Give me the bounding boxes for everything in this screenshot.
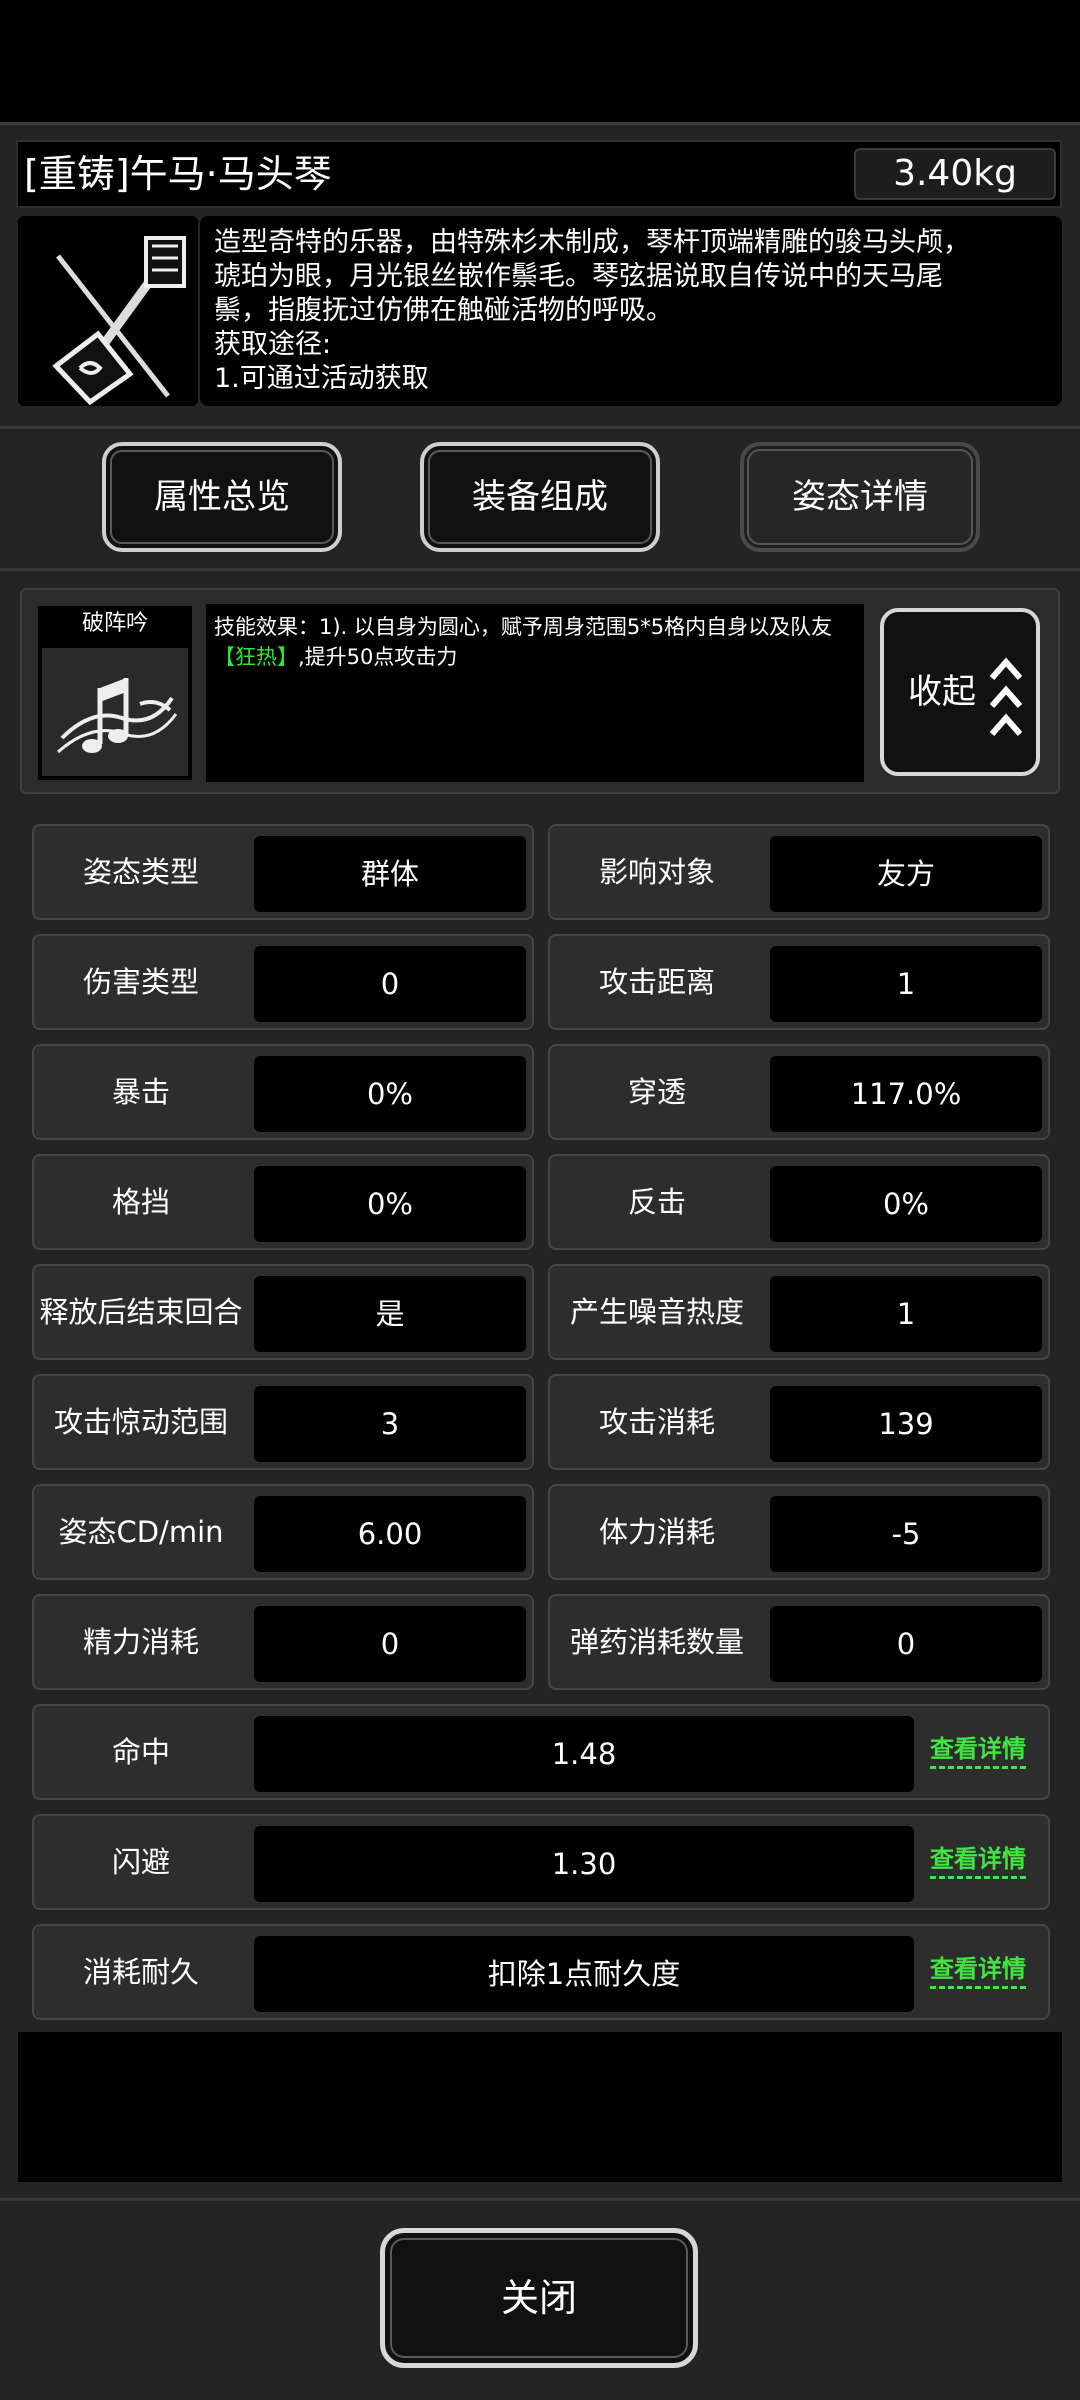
stat-value: 群体: [254, 836, 526, 912]
stat-label: 姿态CD/min: [58, 1515, 224, 1549]
stat-cell: 精力消耗 0: [32, 1594, 534, 1690]
skill-description: 技能效果：1). 以自身为圆心，赋予周身范围5*5格内自身以及队友【狂热】,提升…: [206, 604, 864, 782]
hit-stat-row: 命中 1.48 查看详情: [32, 1704, 1050, 1800]
skill-name: 破阵吟: [81, 611, 148, 636]
description-line: 获取途径:: [214, 329, 332, 360]
stat-label: 精力消耗: [82, 1625, 199, 1659]
stat-value: 6.00: [254, 1496, 526, 1572]
tab-attribute-overview[interactable]: 属性总览: [102, 442, 342, 552]
skill-desc-highlight: 【狂热】: [214, 645, 298, 669]
skill-desc-suffix: ,提升50点攻击力: [298, 645, 458, 669]
stat-label: 产生噪音热度: [569, 1295, 744, 1329]
stat-cell: 攻击距离 1: [548, 934, 1050, 1030]
description-line: 琥珀为眼，月光银丝嵌作鬃毛。琴弦据说取自传说中的天马尾: [214, 261, 943, 292]
stat-value: 是: [254, 1276, 526, 1352]
stat-label: 闪避: [111, 1845, 170, 1879]
divider: [0, 2198, 1080, 2201]
stat-value: 3: [254, 1386, 526, 1462]
stat-label: 释放后结束回合: [39, 1295, 243, 1329]
stat-value: 117.0%: [770, 1056, 1042, 1132]
view-details-link[interactable]: 查看详情: [930, 1732, 1026, 1769]
horsehead-fiddle-icon: [52, 236, 186, 406]
dodge-stat-row: 闪避 1.30 查看详情: [32, 1814, 1050, 1910]
collapse-button[interactable]: 收起: [880, 608, 1040, 776]
stat-cell: 体力消耗 -5: [548, 1484, 1050, 1580]
item-description: 造型奇特的乐器，由特殊杉木制成，琴杆顶端精雕的骏马头颅， 琥珀为眼，月光银丝嵌作…: [200, 216, 1062, 406]
collapse-label: 收起: [908, 672, 976, 712]
divider: [0, 426, 1080, 429]
tab-stance-details[interactable]: 姿态详情: [740, 442, 980, 552]
stat-label: 攻击惊动范围: [53, 1405, 228, 1439]
stat-label: 消耗耐久: [82, 1955, 199, 1989]
stat-cell: 姿态类型 群体: [32, 824, 534, 920]
stat-value: 0: [254, 1606, 526, 1682]
stat-cell: 反击 0%: [548, 1154, 1050, 1250]
stat-value: 0: [254, 946, 526, 1022]
stat-label: 体力消耗: [598, 1515, 715, 1549]
stat-label: 格挡: [111, 1185, 170, 1219]
durability-stat-row: 消耗耐久 扣除1点耐久度 查看详情: [32, 1924, 1050, 2020]
stat-label: 弹药消耗数量: [569, 1625, 744, 1659]
stat-cell: 释放后结束回合 是: [32, 1264, 534, 1360]
description-line: 1.可通过活动获取: [214, 363, 429, 394]
stat-label: 攻击距离: [598, 965, 715, 999]
stat-value: 扣除1点耐久度: [254, 1936, 914, 2012]
stat-label: 反击: [627, 1185, 686, 1219]
description-line: 造型奇特的乐器，由特殊杉木制成，琴杆顶端精雕的骏马头颅，: [214, 227, 970, 258]
tab-equipment-composition[interactable]: 装备组成: [420, 442, 660, 552]
stat-value: -5: [770, 1496, 1042, 1572]
stat-value: 友方: [770, 836, 1042, 912]
stat-cell: 格挡 0%: [32, 1154, 534, 1250]
stat-value: 0%: [254, 1166, 526, 1242]
stat-cell: 暴击 0%: [32, 1044, 534, 1140]
empty-scroll-area: [18, 2032, 1062, 2182]
stat-value: 0: [770, 1606, 1042, 1682]
stat-cell: 姿态CD/min 6.00: [32, 1484, 534, 1580]
stat-value: 0%: [770, 1166, 1042, 1242]
description-line: 鬃，指腹抚过仿佛在触碰活物的呼吸。: [214, 295, 673, 326]
item-weight: 3.40kg: [854, 148, 1056, 200]
stat-label: 穿透: [627, 1075, 686, 1109]
stat-label: 姿态类型: [82, 855, 199, 889]
item-icon-frame: [18, 216, 198, 406]
stat-value: 139: [770, 1386, 1042, 1462]
view-details-link[interactable]: 查看详情: [930, 1842, 1026, 1879]
stat-label: 影响对象: [598, 855, 715, 889]
divider: [0, 568, 1080, 571]
triple-chevron-up-icon: [989, 657, 1023, 736]
stat-label: 暴击: [111, 1075, 170, 1109]
stat-cell: 伤害类型 0: [32, 934, 534, 1030]
stat-label: 伤害类型: [82, 965, 199, 999]
stat-value: 1: [770, 1276, 1042, 1352]
stat-label: 命中: [111, 1735, 170, 1769]
stat-value: 1: [770, 946, 1042, 1022]
close-button[interactable]: 关闭: [380, 2228, 698, 2368]
item-title: [重铸]午马·马头琴: [24, 152, 332, 196]
stat-cell: 穿透 117.0%: [548, 1044, 1050, 1140]
skill-image: [42, 648, 188, 776]
stat-cell: 影响对象 友方: [548, 824, 1050, 920]
stat-label: 攻击消耗: [598, 1405, 715, 1439]
stat-value: 1.30: [254, 1826, 914, 1902]
stat-value: 0%: [254, 1056, 526, 1132]
stat-cell: 产生噪音热度 1: [548, 1264, 1050, 1360]
music-notes-icon: [57, 678, 178, 754]
skill-desc-text: 技能效果：1). 以自身为圆心，赋予周身范围5*5格内自身以及队友: [214, 615, 833, 639]
view-details-link[interactable]: 查看详情: [930, 1952, 1026, 1989]
stat-cell: 攻击消耗 139: [548, 1374, 1050, 1470]
stat-cell: 弹药消耗数量 0: [548, 1594, 1050, 1690]
stat-value: 1.48: [254, 1716, 914, 1792]
stat-cell: 攻击惊动范围 3: [32, 1374, 534, 1470]
